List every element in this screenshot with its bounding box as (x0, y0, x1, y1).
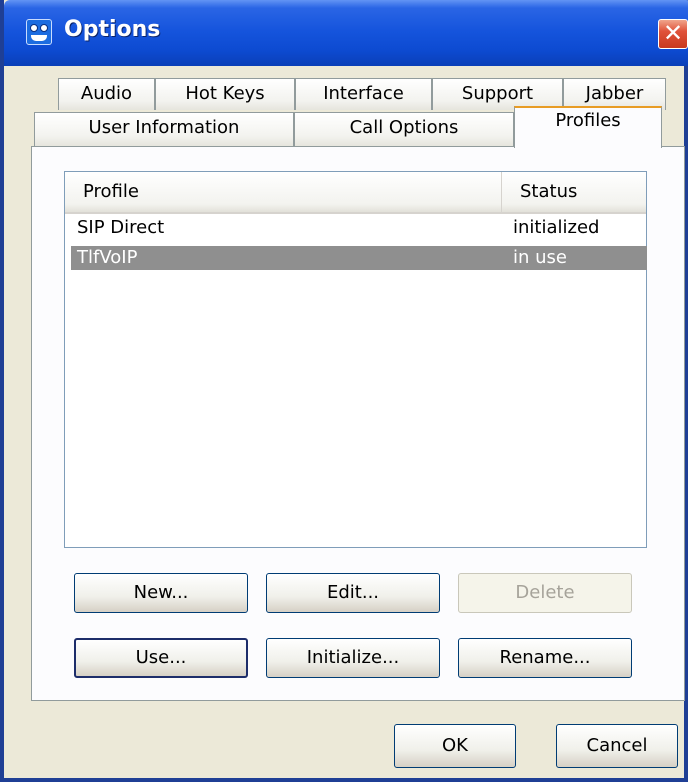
profile-name: SIP Direct (77, 217, 165, 238)
tab-hot-keys[interactable]: Hot Keys (155, 78, 295, 110)
column-header-status[interactable]: Status (502, 172, 646, 212)
use-button[interactable]: Use... (74, 638, 248, 678)
new-button[interactable]: New... (74, 573, 248, 613)
ok-button[interactable]: OK (394, 724, 516, 768)
window-title: Options (64, 17, 161, 42)
profile-status: initialized (513, 217, 600, 238)
cancel-button-label: Cancel (586, 735, 648, 756)
tab-profiles[interactable]: Profiles (514, 106, 662, 148)
options-dialog: Options ✕ Audio Hot Keys Interface Suppo… (0, 0, 688, 782)
cancel-button[interactable]: Cancel (556, 724, 678, 768)
new-button-label: New... (133, 582, 189, 603)
use-button-label: Use... (135, 647, 187, 668)
list-item[interactable]: SIP Direct initialized (71, 216, 647, 240)
rename-button[interactable]: Rename... (458, 638, 632, 678)
list-header: Profile Status (65, 172, 646, 214)
column-header-profile[interactable]: Profile (65, 172, 502, 212)
delete-button-label: Delete (515, 582, 575, 603)
ok-button-label: OK (442, 735, 468, 756)
profile-name: TlfVoIP (77, 247, 138, 268)
rename-button-label: Rename... (499, 647, 591, 668)
app-icon (26, 19, 52, 45)
delete-button[interactable]: Delete (458, 573, 632, 613)
title-bar[interactable]: Options ✕ (4, 0, 688, 66)
edit-button-label: Edit... (326, 582, 380, 603)
close-icon[interactable]: ✕ (658, 19, 688, 49)
edit-button[interactable]: Edit... (266, 573, 440, 613)
tab-user-information[interactable]: User Information (34, 112, 294, 146)
initialize-button[interactable]: Initialize... (266, 638, 440, 678)
tab-interface[interactable]: Interface (295, 78, 432, 110)
initialize-button-label: Initialize... (306, 647, 400, 668)
tab-call-options[interactable]: Call Options (294, 112, 514, 146)
profiles-list[interactable]: Profile Status SIP Direct initialized Tl… (64, 171, 647, 548)
list-item-selected[interactable]: TlfVoIP in use (71, 246, 647, 270)
tab-audio[interactable]: Audio (58, 78, 155, 110)
profile-status: in use (513, 247, 567, 268)
